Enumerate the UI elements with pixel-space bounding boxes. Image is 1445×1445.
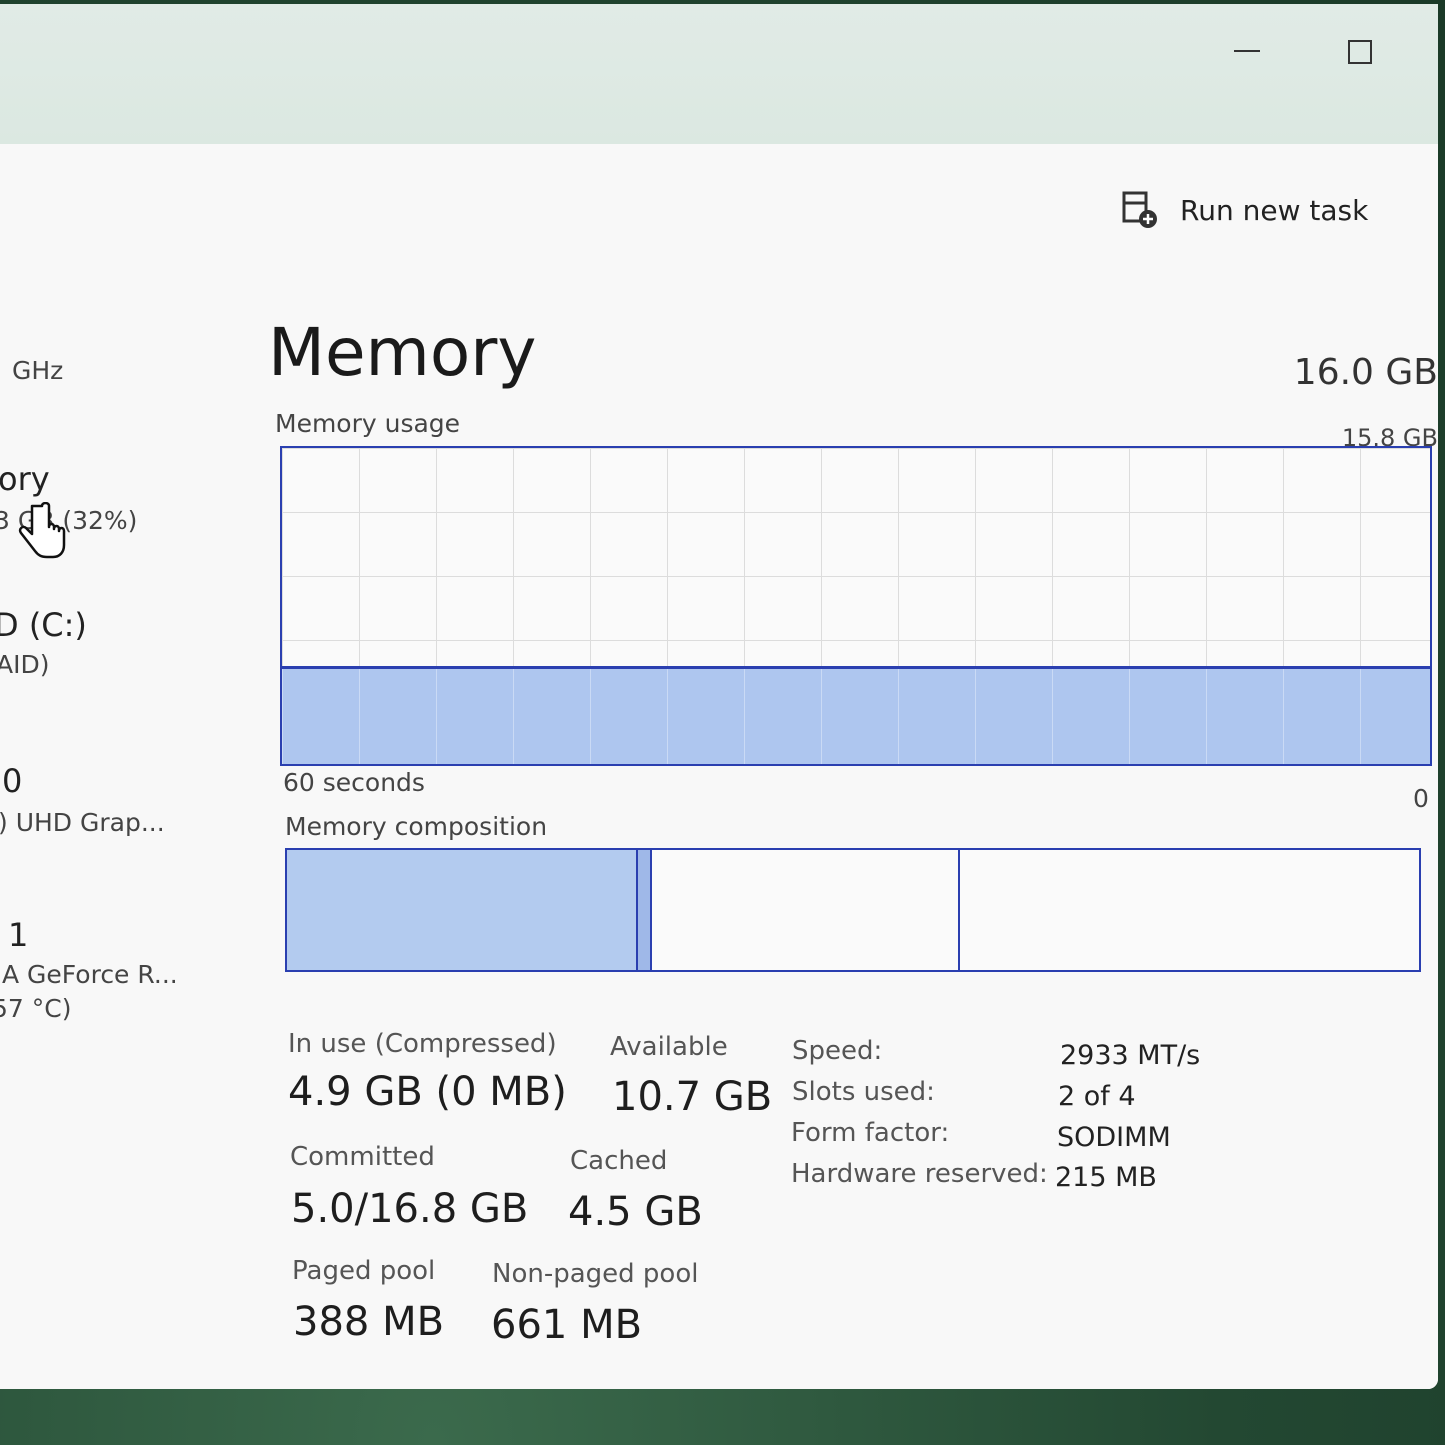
sidebar-item-gpu0-detail: ) UHD Grap... bbox=[0, 808, 165, 837]
cached-label: Cached bbox=[570, 1146, 668, 1176]
memory-total: 16.0 GB bbox=[1293, 352, 1438, 393]
sidebar-item-disk-title: D (C:) bbox=[0, 606, 87, 644]
committed-value: 5.0/16.8 GB bbox=[291, 1186, 529, 1232]
composition-in-use[interactable] bbox=[287, 850, 639, 970]
task-manager-window: Run new task GHz ory 3 GB (32%) D (C:) A… bbox=[0, 4, 1438, 1389]
page-title: Memory bbox=[268, 314, 537, 391]
maximize-icon[interactable] bbox=[1345, 37, 1375, 67]
memory-usage-fill bbox=[282, 666, 1430, 764]
form-factor-value: SODIMM bbox=[1057, 1122, 1171, 1153]
run-new-task-icon bbox=[1120, 189, 1162, 231]
performance-pane: Run new task GHz ory 3 GB (32%) D (C:) A… bbox=[0, 144, 1438, 1389]
slots-key: Slots used: bbox=[792, 1077, 935, 1107]
memory-usage-graph bbox=[280, 446, 1432, 766]
slots-value: 2 of 4 bbox=[1058, 1081, 1136, 1112]
sidebar-item-gpu1-temp: 57 °C) bbox=[0, 994, 72, 1023]
composition-modified[interactable] bbox=[638, 850, 653, 970]
cached-value: 4.5 GB bbox=[568, 1189, 703, 1235]
in-use-label: In use (Compressed) bbox=[288, 1029, 557, 1059]
hardware-reserved-value: 215 MB bbox=[1055, 1162, 1157, 1193]
memory-composition-bar bbox=[285, 848, 1421, 972]
nonpaged-pool-value: 661 MB bbox=[491, 1302, 643, 1348]
minimize-icon[interactable] bbox=[1234, 42, 1262, 56]
form-factor-key: Form factor: bbox=[791, 1118, 950, 1148]
speed-key: Speed: bbox=[792, 1036, 883, 1066]
composition-free[interactable] bbox=[960, 850, 1419, 970]
speed-value: 2933 MT/s bbox=[1060, 1040, 1201, 1071]
memory-usage-label: Memory usage bbox=[275, 409, 461, 438]
graph-time-label: 60 seconds bbox=[283, 768, 425, 797]
available-label: Available bbox=[610, 1032, 728, 1062]
paged-pool-value: 388 MB bbox=[293, 1299, 445, 1345]
sidebar-cpu-speed: GHz bbox=[12, 356, 64, 385]
available-value: 10.7 GB bbox=[612, 1074, 773, 1120]
sidebar-item-memory-title: ory bbox=[0, 460, 50, 498]
sidebar-item-gpu1-detail: A GeForce R... bbox=[2, 960, 178, 989]
hand-cursor-icon bbox=[18, 501, 66, 570]
graph-min-label: 0 bbox=[1413, 784, 1429, 813]
in-use-value: 4.9 GB (0 MB) bbox=[288, 1069, 567, 1115]
run-new-task-label: Run new task bbox=[1180, 193, 1369, 227]
memory-composition-label: Memory composition bbox=[285, 812, 548, 841]
hardware-reserved-key: Hardware reserved: bbox=[791, 1159, 1048, 1189]
run-new-task-button[interactable]: Run new task bbox=[1120, 189, 1368, 231]
sidebar-item-gpu0-title: 0 bbox=[2, 762, 23, 800]
sidebar-item-disk-detail: AID) bbox=[0, 650, 50, 679]
committed-label: Committed bbox=[290, 1142, 435, 1172]
nonpaged-pool-label: Non-paged pool bbox=[492, 1259, 699, 1289]
sidebar-item-gpu1-title: 1 bbox=[8, 916, 29, 954]
paged-pool-label: Paged pool bbox=[292, 1256, 436, 1286]
composition-standby[interactable] bbox=[652, 850, 961, 970]
title-bar bbox=[0, 4, 1438, 144]
